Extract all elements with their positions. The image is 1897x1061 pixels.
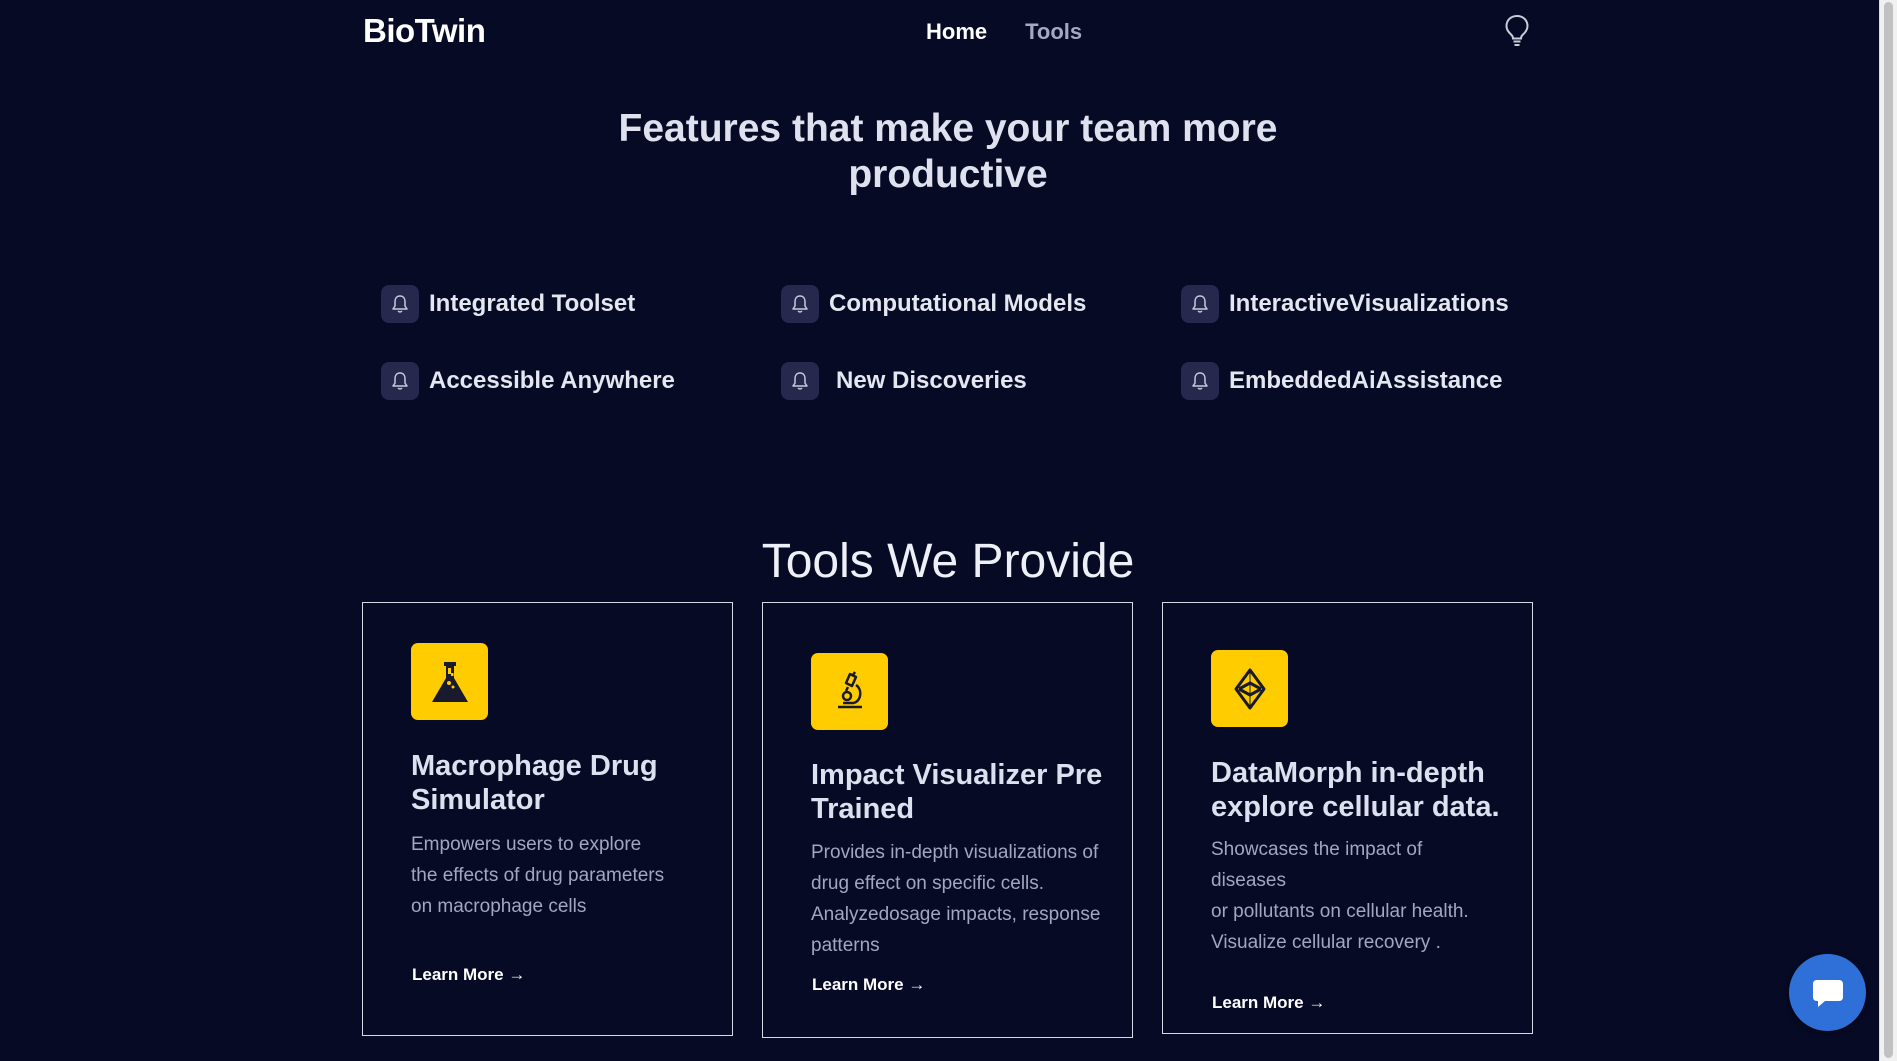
bell-icon [381,285,419,323]
theme-toggle-button[interactable] [1500,12,1534,50]
tool-card-datamorph: DataMorph in-depth explore cellular data… [1162,602,1533,1034]
learn-more-link[interactable]: Learn More → [1212,993,1325,1013]
main-nav: Home Tools [926,19,1082,45]
lightbulb-icon [1505,14,1529,46]
chat-bubble-icon [1812,979,1843,1007]
feature-embedded-ai-assistance: EmbeddedAiAssistance [1181,362,1502,400]
card-title: Impact Visualizer Pre Trained [811,759,1103,825]
feature-interactive-visualizations: InteractiveVisualizations [1181,285,1509,323]
logo[interactable]: BioTwin [363,12,486,50]
feature-label: EmbeddedAiAssistance [1229,367,1503,394]
tools-title: Tools We Provide [761,535,1135,588]
feature-label: Computational Models [829,290,1087,317]
feature-label: InteractiveVisualizations [1229,290,1509,317]
bell-icon [781,362,819,400]
bell-icon [381,362,419,400]
microscope-icon [811,653,888,730]
learn-more-link[interactable]: Learn More → [412,965,525,985]
tool-card-impact-visualizer: Impact Visualizer Pre Trained Provides i… [762,602,1133,1038]
feature-label: Accessible Anywhere [429,367,675,394]
page: BioTwin Home Tools Features that make yo… [0,0,1897,1061]
bell-icon [1181,362,1219,400]
nav-tools[interactable]: Tools [1025,19,1082,45]
bell-icon [781,285,819,323]
card-title: Macrophage Drug Simulator [411,750,658,816]
card-description: Provides in-depth visualizations of drug… [811,842,1101,956]
feature-accessible-anywhere: Accessible Anywhere [381,362,675,400]
feature-integrated-toolset: Integrated Toolset [381,285,635,323]
page-scrollbar[interactable] [1879,0,1897,1061]
features-title: Features that make your team more produc… [618,107,1278,196]
tool-card-macrophage-drug-simulator: Macrophage Drug Simulator Empowers users… [362,602,733,1036]
scrollbar-thumb[interactable] [1884,2,1893,1058]
feature-label: New Discoveries [836,367,1027,394]
feature-new-discoveries: New Discoveries [781,362,1027,400]
feature-computational-models: Computational Models [781,285,1086,323]
card-description: Empowers users to explore the effects of… [411,834,665,917]
flask-icon [411,643,488,720]
chat-button[interactable] [1789,954,1866,1031]
bell-icon [1181,285,1219,323]
card-description: Showcases the impact of diseases or poll… [1211,839,1469,953]
card-title: DataMorph in-depth explore cellular data… [1211,757,1500,823]
feature-label: Integrated Toolset [429,290,636,317]
learn-more-link[interactable]: Learn More → [812,975,925,995]
ethereum-icon [1211,650,1288,727]
nav-home[interactable]: Home [926,19,987,45]
